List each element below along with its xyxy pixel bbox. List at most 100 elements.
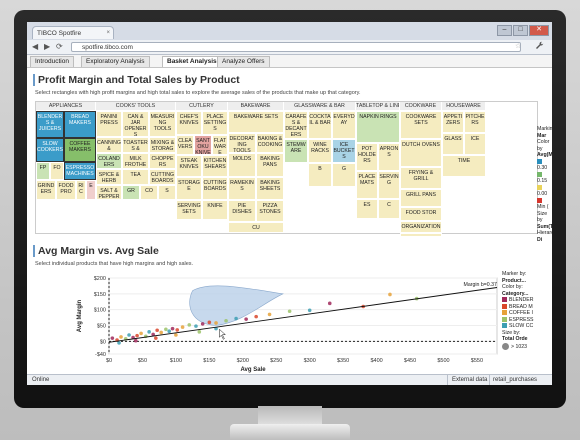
- treemap-cell[interactable]: CHOPPERS: [149, 153, 176, 169]
- treemap-cell[interactable]: SALT & PEPPER: [96, 185, 122, 200]
- color-value[interactable]: Avg(M: [537, 152, 552, 159]
- data-point[interactable]: [197, 330, 202, 334]
- data-point[interactable]: [167, 329, 172, 333]
- treemap-cell[interactable]: FOOD STOR: [400, 207, 442, 221]
- data-point[interactable]: [254, 314, 258, 319]
- treemap-cell[interactable]: ORGANIZATION: [400, 221, 442, 233]
- data-point[interactable]: [234, 316, 238, 321]
- data-point[interactable]: [119, 335, 123, 339]
- data-point[interactable]: [267, 312, 272, 317]
- treemap-cell[interactable]: RAMEKINS: [228, 177, 256, 200]
- window-close-icon[interactable]: ✕: [529, 25, 549, 36]
- back-icon[interactable]: ◀: [32, 42, 38, 51]
- treemap-cell[interactable]: TUBE: [400, 233, 442, 237]
- treemap-cell[interactable]: MEASURING TOOLS: [149, 111, 176, 137]
- data-point[interactable]: [139, 331, 143, 336]
- data-point[interactable]: [110, 336, 115, 340]
- hierarchy-value[interactable]: Di: [537, 237, 552, 244]
- treemap-cell[interactable]: BAKING SHEETS: [256, 177, 284, 200]
- treemap-cell[interactable]: BREAD MAKERS: [64, 111, 96, 138]
- treemap-cell[interactable]: COFFEE MAKERS: [64, 138, 96, 162]
- treemap-cell[interactable]: E: [86, 180, 96, 200]
- data-point[interactable]: [164, 327, 168, 332]
- treemap-cell[interactable]: SERVING: [378, 171, 400, 199]
- treemap-cell[interactable]: GRINDERS: [36, 180, 56, 200]
- treemap-category[interactable]: TABLETOP & LINENSNAPKIN RINGSPOT HOLDERS…: [356, 102, 400, 233]
- wrench-icon[interactable]: [535, 41, 544, 52]
- data-point[interactable]: [388, 292, 392, 297]
- treemap-cell[interactable]: FLATWARE: [212, 135, 228, 155]
- data-point[interactable]: [170, 326, 175, 331]
- treemap-cell[interactable]: POT HOLDERS: [356, 143, 378, 171]
- data-point[interactable]: [180, 325, 185, 329]
- treemap-cell[interactable]: COOKWARE SETS: [400, 111, 442, 139]
- treemap-cell[interactable]: MOLDS: [228, 153, 256, 177]
- treemap-cell[interactable]: BAKING & COOKING: [256, 133, 284, 153]
- treemap-cell[interactable]: CUTTING BOARDS: [202, 177, 228, 200]
- treemap-cell[interactable]: FP: [36, 162, 50, 180]
- treemap-cell[interactable]: B: [308, 163, 332, 187]
- treemap-cell[interactable]: CAN & JAR OPENERS: [122, 111, 149, 137]
- data-point[interactable]: [287, 309, 292, 314]
- treemap-cell[interactable]: CU: [228, 222, 284, 233]
- treemap-cell[interactable]: CLEAVERS: [176, 135, 194, 155]
- treemap-cell[interactable]: FRYING & GRILL: [400, 167, 442, 189]
- treemap-cell[interactable]: ICE: [464, 133, 486, 155]
- data-point[interactable]: [174, 333, 178, 337]
- treemap-cell[interactable]: GRILL PANS: [400, 189, 442, 207]
- treemap-category[interactable]: COOKWARE COOKWARE SETS DUTCH OVENS FRYING &…: [400, 102, 442, 237]
- data-point[interactable]: [135, 333, 139, 338]
- data-point[interactable]: [159, 330, 163, 335]
- treemap-cell[interactable]: KNIFE: [202, 200, 228, 220]
- treemap-cell[interactable]: STEAK KNIVES: [176, 155, 202, 177]
- app-tab[interactable]: Analyze Offers: [217, 56, 270, 67]
- data-point[interactable]: [194, 324, 198, 328]
- treemap-cell[interactable]: SANTOKU KNIVES: [194, 135, 212, 155]
- treemap-cell[interactable]: CARAFES & DECANTERS: [284, 111, 308, 139]
- data-point[interactable]: [200, 322, 205, 326]
- treemap-cell[interactable]: DUTCH OVENS: [400, 139, 442, 167]
- data-point[interactable]: [127, 333, 131, 337]
- data-point[interactable]: [214, 321, 218, 325]
- data-point[interactable]: [307, 308, 312, 313]
- treemap-category[interactable]: BAKEWARE BAKEWARE SETS DECORATING TOOLS BAK…: [228, 102, 284, 233]
- treemap-cell[interactable]: GLASS: [442, 133, 464, 155]
- treemap-cell[interactable]: TOASTERS & OVENS: [122, 137, 149, 153]
- treemap-cell[interactable]: MILK FROTHERS: [122, 153, 149, 169]
- treemap-cell[interactable]: MIXING & STORAGE: [149, 137, 176, 153]
- treemap-category[interactable]: CUTLERY CHEF'S KNIVES PLACE SETTINGS CLEAVE…: [176, 102, 228, 233]
- treemap-cell[interactable]: PITCHERS: [464, 111, 486, 133]
- treemap-cell[interactable]: TEA: [122, 169, 149, 185]
- treemap-cell[interactable]: PIZZA STONES: [256, 200, 284, 222]
- treemap-cell[interactable]: NAPKIN RINGS: [356, 111, 400, 143]
- treemap-cell[interactable]: BAKEWARE SETS: [228, 111, 284, 133]
- treemap-cell[interactable]: COLANDERS: [96, 153, 122, 169]
- treemap-cell[interactable]: C: [378, 199, 400, 219]
- address-bar[interactable]: spotfire.tibco.com: [71, 42, 521, 52]
- treemap-category[interactable]: COOKS' TOOLS PANINI PRESS CAN & JAR OPENER…: [96, 102, 176, 233]
- minimize-icon[interactable]: –: [497, 25, 512, 36]
- treemap-cell[interactable]: COCKTAIL & BAR: [308, 111, 332, 139]
- treemap-cell[interactable]: SERVING SETS: [176, 200, 202, 220]
- treemap-cell[interactable]: APRONS: [378, 143, 400, 171]
- treemap-cell[interactable]: STEMWARE: [284, 139, 308, 163]
- treemap-cell[interactable]: PANINI PRESS: [96, 111, 122, 137]
- scatter-chart[interactable]: $200$150$100$50$0-$40$0 $50 $100 $150 $200 $2…: [27, 270, 502, 374]
- treemap-cell[interactable]: CUTTING BOARDS: [149, 169, 176, 185]
- treemap-cell[interactable]: DECORATING TOOLS: [228, 133, 256, 153]
- treemap-category[interactable]: GLASSWARE & BAR CARAFES & DECANTERS COCKTA…: [284, 102, 356, 233]
- treemap-cell[interactable]: APPETIZERS: [442, 111, 464, 133]
- browser-tab[interactable]: TIBCO Spotfire ×: [32, 26, 114, 39]
- treemap-cell[interactable]: BAKING PANS: [256, 153, 284, 177]
- data-point[interactable]: [154, 336, 158, 340]
- treemap-cell[interactable]: PLACE SETTINGS: [202, 111, 228, 135]
- plot-area[interactable]: [108, 277, 498, 355]
- data-point[interactable]: [155, 328, 159, 333]
- data-point[interactable]: [244, 317, 248, 321]
- treemap-cell[interactable]: CHEF'S KNIVES: [176, 111, 202, 135]
- treemap-cell[interactable]: S: [158, 185, 176, 200]
- treemap-cell[interactable]: ESPRESSO MACHINES: [64, 162, 96, 180]
- app-tab[interactable]: Exploratory Analysis: [81, 56, 150, 67]
- treemap-cell[interactable]: FO: [50, 162, 64, 180]
- star-icon[interactable]: ☆: [515, 42, 521, 50]
